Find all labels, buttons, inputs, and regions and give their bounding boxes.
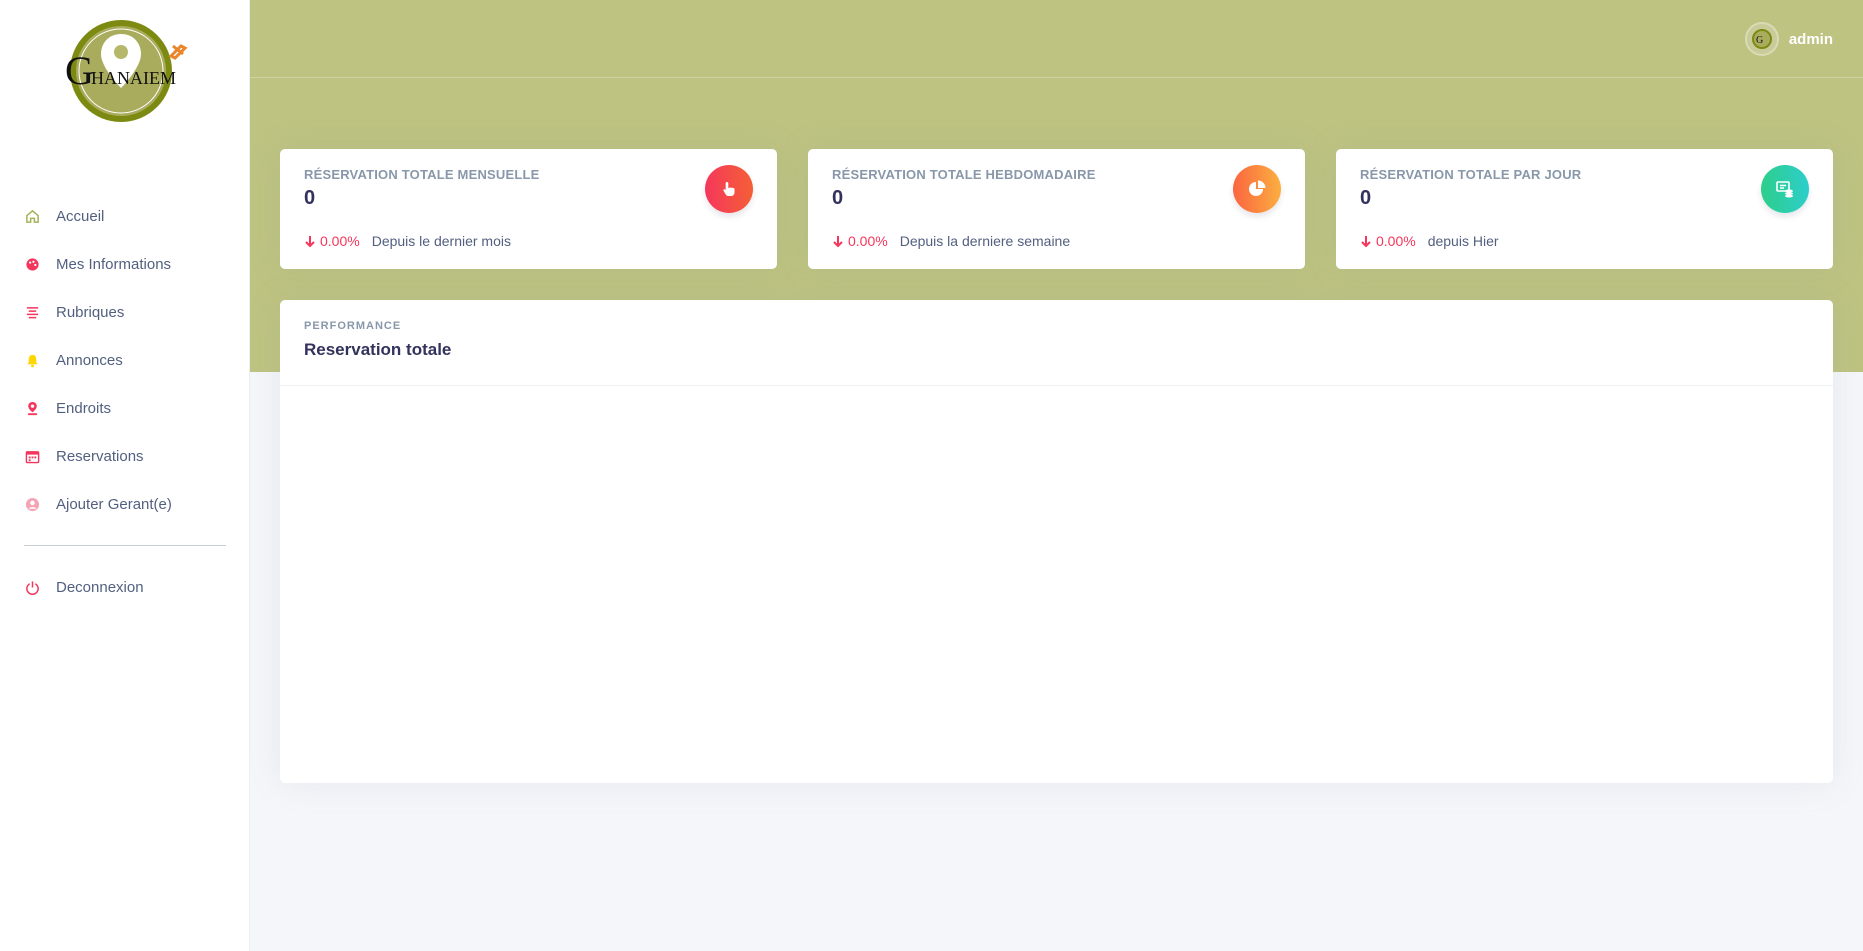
- sidebar-item-label: Rubriques: [56, 303, 125, 321]
- calendar-icon: [24, 448, 40, 464]
- sidebar-item-label: Accueil: [56, 207, 105, 225]
- arrow-down-icon: [833, 235, 843, 247]
- sidebar-item-label: Endroits: [56, 399, 112, 417]
- card-title: Réservation totale mensuelle: [304, 167, 540, 182]
- card-footer: 0.00% Depuis la derniere semaine: [832, 233, 1070, 249]
- align-center-icon: [24, 304, 40, 320]
- card-percent: 0.00%: [304, 233, 360, 249]
- performance-panel: Performance Reservation totale: [280, 300, 1833, 783]
- svg-text:HANAIEM: HANAIEM: [91, 68, 176, 88]
- card-value: 0: [304, 187, 316, 209]
- panel-title: Reservation totale: [304, 340, 452, 359]
- sidebar-item-label: Mes Informations: [56, 255, 172, 273]
- arrow-down-icon: [305, 235, 315, 247]
- hand-pointer-icon: [705, 165, 753, 213]
- card-title: Réservation totale hebdomadaire: [832, 167, 1096, 182]
- card-percent-value: 0.00%: [320, 233, 360, 249]
- sidebar-item-mes-informations[interactable]: Mes Informations: [0, 240, 250, 288]
- sidebar-item-label: Ajouter Gerant(e): [56, 495, 172, 513]
- panel-eyebrow: Performance: [304, 320, 402, 332]
- sidebar-item-endroits[interactable]: Endroits: [0, 384, 250, 432]
- card-percent-value: 0.00%: [848, 233, 888, 249]
- sidebar: G HANAIEM Accueil Mes Informations Rubri…: [0, 0, 250, 951]
- arrow-down-icon: [1361, 235, 1371, 247]
- card-since: Depuis la derniere semaine: [899, 233, 1071, 249]
- bell-icon: [24, 352, 40, 368]
- card-footer: 0.00% Depuis le dernier mois: [304, 233, 511, 249]
- sidebar-item-deconnexion[interactable]: Deconnexion: [0, 563, 250, 611]
- card-since: depuis Hier: [1427, 233, 1499, 249]
- stat-card-daily: Réservation totale par jour 0 0.00% depu…: [1336, 149, 1833, 269]
- card-since: Depuis le dernier mois: [371, 233, 511, 249]
- home-icon: [24, 208, 40, 224]
- card-title: Réservation totale par jour: [1360, 167, 1582, 182]
- svg-text:G: G: [65, 48, 94, 93]
- chart-area: [280, 386, 1833, 782]
- map-pin-icon: [24, 400, 40, 416]
- money-coins-icon: [1761, 165, 1809, 213]
- sidebar-item-reservations[interactable]: Reservations: [0, 432, 250, 480]
- header-divider: [250, 77, 1863, 78]
- user-menu[interactable]: G admin: [1744, 22, 1833, 56]
- card-value: 0: [832, 187, 844, 209]
- card-percent: 0.00%: [1360, 233, 1416, 249]
- svg-text:G: G: [1756, 35, 1763, 46]
- card-footer: 0.00% depuis Hier: [1360, 233, 1499, 249]
- sidebar-nav: Accueil Mes Informations Rubriques Annon…: [0, 192, 250, 611]
- sidebar-item-ajouter-gerant[interactable]: Ajouter Gerant(e): [0, 480, 250, 528]
- sidebar-item-rubriques[interactable]: Rubriques: [0, 288, 250, 336]
- power-icon: [24, 579, 40, 595]
- sidebar-item-annonces[interactable]: Annonces: [0, 336, 250, 384]
- sidebar-item-label: Reservations: [56, 447, 144, 465]
- avatar: G: [1744, 22, 1779, 56]
- card-percent-value: 0.00%: [1376, 233, 1416, 249]
- user-name: admin: [1788, 30, 1833, 48]
- stat-card-monthly: Réservation totale mensuelle 0 0.00% Dep…: [280, 149, 777, 269]
- sidebar-item-accueil[interactable]: Accueil: [0, 192, 250, 240]
- pie-chart-icon: [1233, 165, 1281, 213]
- user-circle-icon: [24, 496, 40, 512]
- card-percent: 0.00%: [832, 233, 888, 249]
- palette-icon: [24, 256, 40, 272]
- panel-header: Performance Reservation totale: [280, 300, 1833, 386]
- sidebar-item-label: Deconnexion: [56, 578, 144, 596]
- ghanaiem-logo[interactable]: G HANAIEM: [63, 16, 193, 128]
- card-value: 0: [1360, 187, 1372, 209]
- sidebar-divider: [24, 545, 226, 546]
- sidebar-item-label: Annonces: [56, 351, 123, 369]
- stat-card-weekly: Réservation totale hebdomadaire 0 0.00% …: [808, 149, 1305, 269]
